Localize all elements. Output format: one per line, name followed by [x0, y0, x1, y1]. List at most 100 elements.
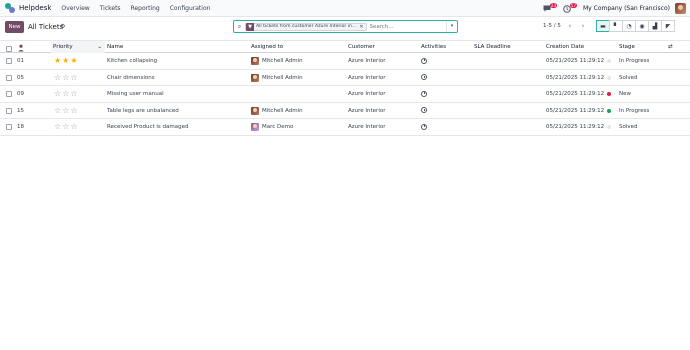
assignee-name: Mitchell Admin	[262, 58, 303, 64]
kanban-state-dot[interactable]	[607, 92, 611, 96]
table-row[interactable]: 15 ☆ ☆ ☆ Table legs are unbalanced Mitchel…	[0, 103, 690, 119]
row-checkbox[interactable]	[6, 58, 12, 64]
pager-next-icon[interactable]: ›	[578, 21, 588, 32]
row-checkbox[interactable]	[6, 74, 12, 81]
priority-sort-icon[interactable]	[18, 44, 24, 52]
activity-clock-icon[interactable]	[421, 53, 427, 69]
ticket-name: Received Product is damaged	[107, 124, 189, 130]
assignee[interactable]: Mitchell Admin	[251, 70, 303, 86]
app-name[interactable]: Helpdesk	[19, 4, 51, 12]
row-checkbox[interactable]	[6, 124, 12, 130]
table-row[interactable]: 18 ☆ ☆ ☆ Received Product is damaged Marc …	[0, 119, 690, 136]
column-settings-icon[interactable]: ⇄	[668, 41, 673, 53]
nav-tickets[interactable]: Tickets	[100, 5, 121, 12]
customer-name: Azure Interior	[348, 91, 386, 97]
nav-overview[interactable]: Overview	[61, 5, 89, 12]
column-priority[interactable]: Priority ⌄	[51, 41, 105, 53]
priority-star-icon[interactable]: ☆	[54, 103, 61, 119]
activity-clock-icon[interactable]	[421, 86, 427, 102]
list-view-icon[interactable]: ▬	[596, 20, 610, 32]
kanban-state-dot[interactable]	[607, 108, 611, 113]
priority-star-icon[interactable]: ☆	[54, 70, 61, 86]
activity-clock-icon[interactable]	[421, 103, 427, 119]
priority-star-icon[interactable]: ☆	[70, 103, 77, 119]
creation-date: 05/21/2025 11:29:12	[546, 74, 605, 81]
company-switcher[interactable]: My Company (San Francisco)	[583, 5, 670, 12]
priority-star-icon[interactable]: ★	[62, 53, 69, 69]
search-options-toggle-icon[interactable]: ▾	[446, 21, 457, 32]
messages-button[interactable]: 23	[541, 2, 557, 15]
gear-icon[interactable]: ⚙	[60, 23, 65, 30]
stage-label: Solved	[619, 124, 638, 130]
ticket-id: 15	[17, 107, 24, 114]
customer-name: Azure Interior	[348, 58, 386, 64]
creation-date: 05/21/2025 11:29:12	[546, 124, 605, 130]
priority-star-icon[interactable]: ☆	[62, 103, 69, 119]
column-customer[interactable]: Customer	[348, 41, 375, 53]
view-switcher: ▬ ▘ ◔ ◉ ▟ ◤	[596, 20, 675, 32]
priority-star-icon[interactable]: ★	[54, 53, 61, 69]
new-button[interactable]: New	[5, 21, 24, 33]
column-assigned[interactable]: Assigned to	[251, 41, 283, 53]
priority-star-icon[interactable]: ☆	[54, 86, 61, 102]
activities-button[interactable]: 57	[561, 2, 577, 15]
nav-reporting[interactable]: Reporting	[131, 5, 160, 12]
assigned-cell: Mitchell Admin	[251, 53, 303, 69]
column-name[interactable]: Name	[107, 41, 123, 53]
assignee[interactable]: Mitchell Admin	[251, 103, 303, 119]
priority-star-icon[interactable]: ☆	[70, 70, 77, 86]
priority-star-icon[interactable]: ★	[70, 53, 77, 69]
assignee[interactable]: Mitchell Admin	[251, 53, 303, 69]
select-all-checkbox[interactable]	[6, 46, 12, 52]
priority-star-icon[interactable]: ☆	[54, 119, 61, 135]
stage-label: New	[619, 91, 631, 97]
table-row[interactable]: 01 ★ ★ ★ Kitchen collapsing Mitchell Admin…	[0, 53, 690, 70]
table-body: 01 ★ ★ ★ Kitchen collapsing Mitchell Admin…	[0, 53, 690, 136]
assignee[interactable]: Marc Demo	[251, 119, 293, 135]
assignee-avatar	[251, 73, 259, 82]
user-avatar[interactable]	[675, 3, 686, 14]
assignee-avatar	[251, 57, 259, 65]
calendar-view-icon[interactable]: ◉	[635, 20, 649, 32]
priority-star-icon[interactable]: ☆	[62, 86, 69, 102]
tickets-table: Priority ⌄ Name Assigned to Customer Act…	[0, 40, 690, 136]
column-activities[interactable]: Activities	[421, 41, 446, 53]
assignee-avatar	[251, 106, 259, 115]
search-input[interactable]	[369, 23, 430, 30]
activity-clock-icon[interactable]	[421, 119, 427, 135]
creation-date: 05/21/2025 11:29:12	[546, 107, 605, 114]
priority-star-icon[interactable]: ☆	[70, 119, 77, 135]
activity-clock-icon[interactable]	[421, 70, 427, 86]
pivot-view-icon[interactable]: ▟	[648, 20, 662, 32]
helpdesk-logo-icon[interactable]	[5, 3, 15, 13]
ticket-name: Kitchen collapsing	[107, 58, 158, 64]
priority-star-icon[interactable]: ☆	[70, 86, 77, 102]
kanban-state-dot[interactable]	[607, 75, 611, 80]
activity-view-icon[interactable]: ◔	[622, 20, 636, 32]
assigned-cell: Mitchell Admin	[251, 103, 303, 119]
kanban-view-icon[interactable]: ▘	[609, 20, 623, 32]
nav-configuration[interactable]: Configuration	[170, 5, 211, 12]
filter-icon: ▼	[246, 22, 254, 31]
column-stage[interactable]: Stage	[619, 41, 635, 53]
customer-name: Azure Interior	[348, 124, 386, 130]
ticket-id: 18	[17, 124, 24, 130]
pager-value[interactable]: 1-5 / 5	[543, 23, 561, 29]
ticket-id: 05	[17, 74, 24, 81]
priority-star-icon[interactable]: ☆	[62, 119, 69, 135]
column-priority-label: Priority	[53, 44, 73, 50]
remove-facet-icon[interactable]: ✕	[359, 24, 363, 30]
filter-facet: ▼ All tickets from customer Azure Interi…	[245, 22, 367, 31]
assignee-avatar	[251, 123, 259, 131]
graph-view-icon[interactable]: ◤	[661, 20, 675, 32]
row-checkbox[interactable]	[6, 91, 12, 97]
row-checkbox[interactable]	[6, 107, 12, 114]
pager-previous-icon[interactable]: ‹	[565, 21, 575, 32]
column-sla[interactable]: SLA Deadline	[474, 41, 511, 53]
table-row[interactable]: 09 ☆ ☆ ☆ Missing user manual Azure Interio…	[0, 86, 690, 103]
table-row[interactable]: 05 ☆ ☆ ☆ Chair dimensions Mitchell Admin A…	[0, 70, 690, 86]
priority-star-icon[interactable]: ☆	[62, 70, 69, 86]
column-created[interactable]: Creation Date	[546, 41, 584, 53]
kanban-state-dot[interactable]	[607, 125, 611, 129]
kanban-state-dot[interactable]	[607, 59, 611, 63]
